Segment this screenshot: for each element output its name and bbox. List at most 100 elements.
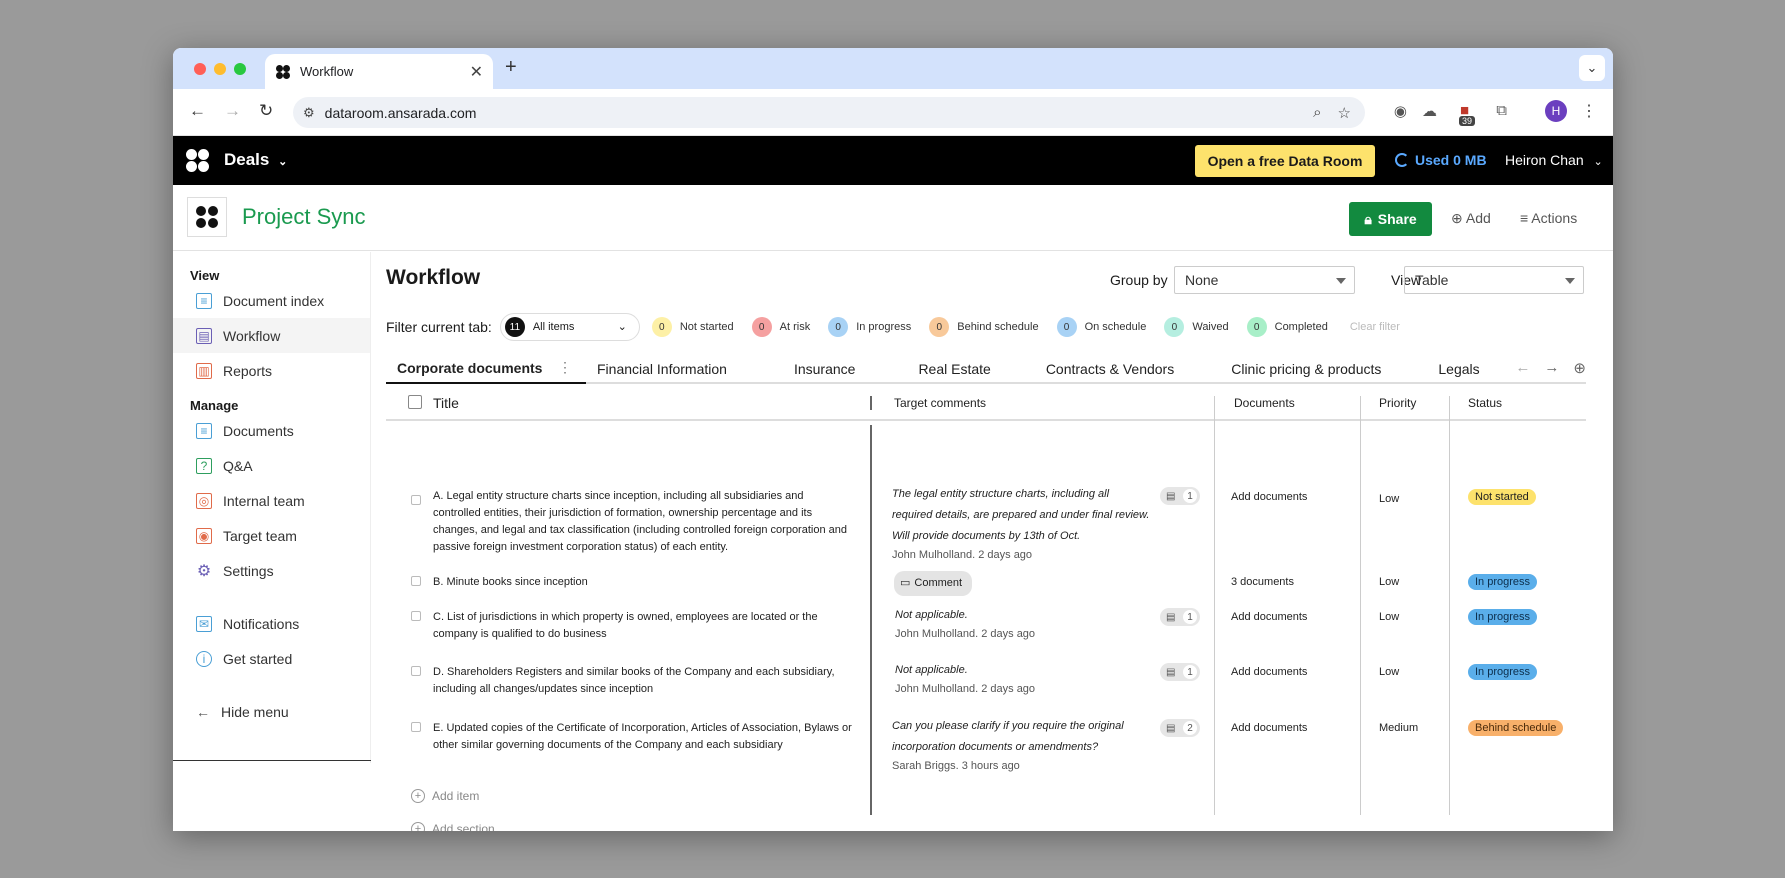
filter-not-started[interactable]: 0 Not started	[651, 317, 734, 337]
tab-real-estate[interactable]: Real Estate	[907, 353, 1034, 384]
column-target-comments[interactable]: Target comments	[894, 396, 986, 410]
column-documents[interactable]: Documents	[1234, 396, 1295, 410]
browser-tab[interactable]: Workflow ✕	[265, 54, 493, 89]
status-badge[interactable]: In progress	[1468, 664, 1538, 680]
tab-insurance[interactable]: Insurance	[783, 353, 907, 384]
row-checkbox[interactable]	[411, 666, 421, 679]
sidebar-item-documents[interactable]: ≡ Documents	[173, 413, 370, 448]
scroll-left-icon[interactable]: ←	[1515, 359, 1530, 377]
row-checkbox[interactable]	[411, 576, 421, 589]
tab-legals[interactable]: Legals	[1427, 353, 1490, 384]
actions-button[interactable]: ≡ Actions	[1520, 210, 1577, 226]
column-divider[interactable]	[870, 396, 872, 410]
comment-count-badge[interactable]: ▤ 2	[1160, 719, 1200, 737]
priority-value[interactable]: Medium	[1379, 722, 1418, 734]
hide-menu-button[interactable]: ← Hide menu	[173, 694, 370, 729]
sidebar-item-reports[interactable]: ▥ Reports	[173, 353, 370, 388]
priority-value[interactable]: Low	[1379, 666, 1399, 678]
add-documents-link[interactable]: Add documents	[1231, 611, 1307, 623]
column-status[interactable]: Status	[1468, 396, 1502, 410]
deals-menu[interactable]: Deals ⌄	[224, 150, 287, 170]
filter-on-schedule[interactable]: 0 On schedule	[1056, 317, 1146, 337]
close-window-button[interactable]	[194, 63, 206, 75]
select-all-checkbox[interactable]	[408, 395, 422, 412]
sidebar-item-internal-team[interactable]: ◎ Internal team	[173, 483, 370, 518]
sidebar-item-label: Reports	[223, 362, 273, 379]
all-items-filter[interactable]: 11 All items ⌄	[499, 313, 640, 341]
close-tab-icon[interactable]: ✕	[470, 62, 483, 82]
clear-filter-link[interactable]: Clear filter	[1350, 321, 1400, 333]
status-badge[interactable]: Behind schedule	[1468, 720, 1564, 736]
sidebar-item-workflow[interactable]: ▤ Workflow	[173, 318, 370, 353]
maximize-window-button[interactable]	[234, 63, 246, 75]
add-documents-link[interactable]: Add documents	[1231, 491, 1307, 503]
title-column-divider[interactable]	[870, 425, 872, 815]
add-tab-icon[interactable]: ⊕	[1573, 359, 1586, 377]
zoom-icon[interactable]: ⌕	[1313, 104, 1321, 122]
sidebar-item-label: Get started	[223, 650, 293, 667]
comment-icon: ▤	[1166, 722, 1176, 734]
camera-extension-icon[interactable]: ◉	[1394, 102, 1407, 120]
sidebar-item-notifications[interactable]: ✉ Notifications	[173, 606, 370, 641]
forward-icon[interactable]: →	[224, 101, 241, 121]
cloud-extension-icon[interactable]: ☁	[1422, 102, 1437, 120]
share-button[interactable]: 🔒︎ Share	[1349, 202, 1432, 236]
add-button[interactable]: ⊕ Add	[1451, 210, 1491, 227]
minimize-window-button[interactable]	[214, 63, 226, 75]
status-badge[interactable]: In progress	[1468, 609, 1538, 625]
sidebar-heading-view: View	[190, 268, 220, 283]
comment-count-badge[interactable]: ▤ 1	[1160, 663, 1200, 681]
site-settings-icon[interactable]: ⚙	[303, 105, 315, 121]
tab-financial-information[interactable]: Financial Information	[586, 353, 783, 384]
priority-value[interactable]: Low	[1379, 576, 1399, 588]
open-free-data-room-button[interactable]: Open a free Data Room	[1195, 145, 1375, 177]
comment-button[interactable]: ▭ Comment	[894, 571, 973, 596]
scroll-right-icon[interactable]: →	[1544, 359, 1559, 377]
new-tab-icon[interactable]: +	[505, 56, 517, 79]
view-select[interactable]: Table	[1404, 266, 1584, 294]
priority-value[interactable]: Low	[1379, 493, 1399, 505]
tab-corporate-documents[interactable]: Corporate documents ⋮	[386, 353, 586, 384]
filter-at-risk[interactable]: 0 At risk	[751, 317, 810, 337]
tab-search-chevron-icon[interactable]: ⌄	[1579, 55, 1605, 81]
add-item-button[interactable]: + Add item	[411, 789, 479, 803]
add-documents-link[interactable]: Add documents	[1231, 722, 1307, 734]
sidebar-scrollbar[interactable]	[173, 760, 371, 763]
column-priority[interactable]: Priority	[1379, 396, 1416, 410]
comment-count-badge[interactable]: ▤ 1	[1160, 608, 1200, 626]
filter-behind-schedule[interactable]: 0 Behind schedule	[929, 317, 1039, 337]
filter-waived[interactable]: 0 Waived	[1164, 317, 1229, 337]
filter-completed[interactable]: 0 Completed	[1246, 317, 1328, 337]
sidebar-item-settings[interactable]: ⚙ Settings	[173, 553, 370, 588]
row-checkbox[interactable]	[411, 722, 421, 735]
tab-clinic-pricing-products[interactable]: Clinic pricing & products	[1220, 353, 1427, 384]
browser-menu-icon[interactable]: ⋮	[1581, 101, 1597, 121]
user-name: Heiron Chan	[1505, 152, 1584, 168]
comment-count-badge[interactable]: ▤ 1	[1160, 487, 1200, 505]
group-by-select[interactable]: None	[1174, 266, 1355, 294]
filter-bar: Filter current tab: 11 All items ⌄ 0 Not…	[386, 313, 1586, 341]
extensions-puzzle-icon[interactable]: ⧉	[1496, 102, 1507, 119]
filter-in-progress[interactable]: 0 In progress	[828, 317, 911, 337]
sidebar-item-document-index[interactable]: ≡ Document index	[173, 283, 370, 318]
reload-icon[interactable]: ↻	[259, 101, 273, 121]
column-title[interactable]: Title	[433, 395, 459, 411]
row-checkbox[interactable]	[411, 495, 421, 508]
address-bar[interactable]: ⚙ dataroom.ansarada.com ⌕ ☆	[293, 97, 1365, 128]
documents-link[interactable]: 3 documents	[1231, 576, 1294, 588]
sidebar-item-qa[interactable]: ? Q&A	[173, 448, 370, 483]
add-documents-link[interactable]: Add documents	[1231, 666, 1307, 678]
sidebar-item-get-started[interactable]: i Get started	[173, 641, 370, 676]
bookmark-star-icon[interactable]: ☆	[1338, 104, 1351, 122]
status-badge[interactable]: In progress	[1468, 574, 1538, 590]
back-icon[interactable]: ←	[189, 101, 206, 121]
tab-contracts-vendors[interactable]: Contracts & Vendors	[1035, 353, 1220, 384]
priority-value[interactable]: Low	[1379, 611, 1399, 623]
tab-menu-icon[interactable]: ⋮	[558, 359, 572, 376]
profile-avatar[interactable]: H	[1545, 100, 1567, 122]
add-section-button[interactable]: + Add section	[411, 822, 495, 831]
sidebar-item-target-team[interactable]: ◉ Target team	[173, 518, 370, 553]
row-checkbox[interactable]	[411, 611, 421, 624]
user-menu[interactable]: Heiron Chan ⌄	[1505, 152, 1603, 168]
status-badge[interactable]: Not started	[1468, 489, 1536, 505]
